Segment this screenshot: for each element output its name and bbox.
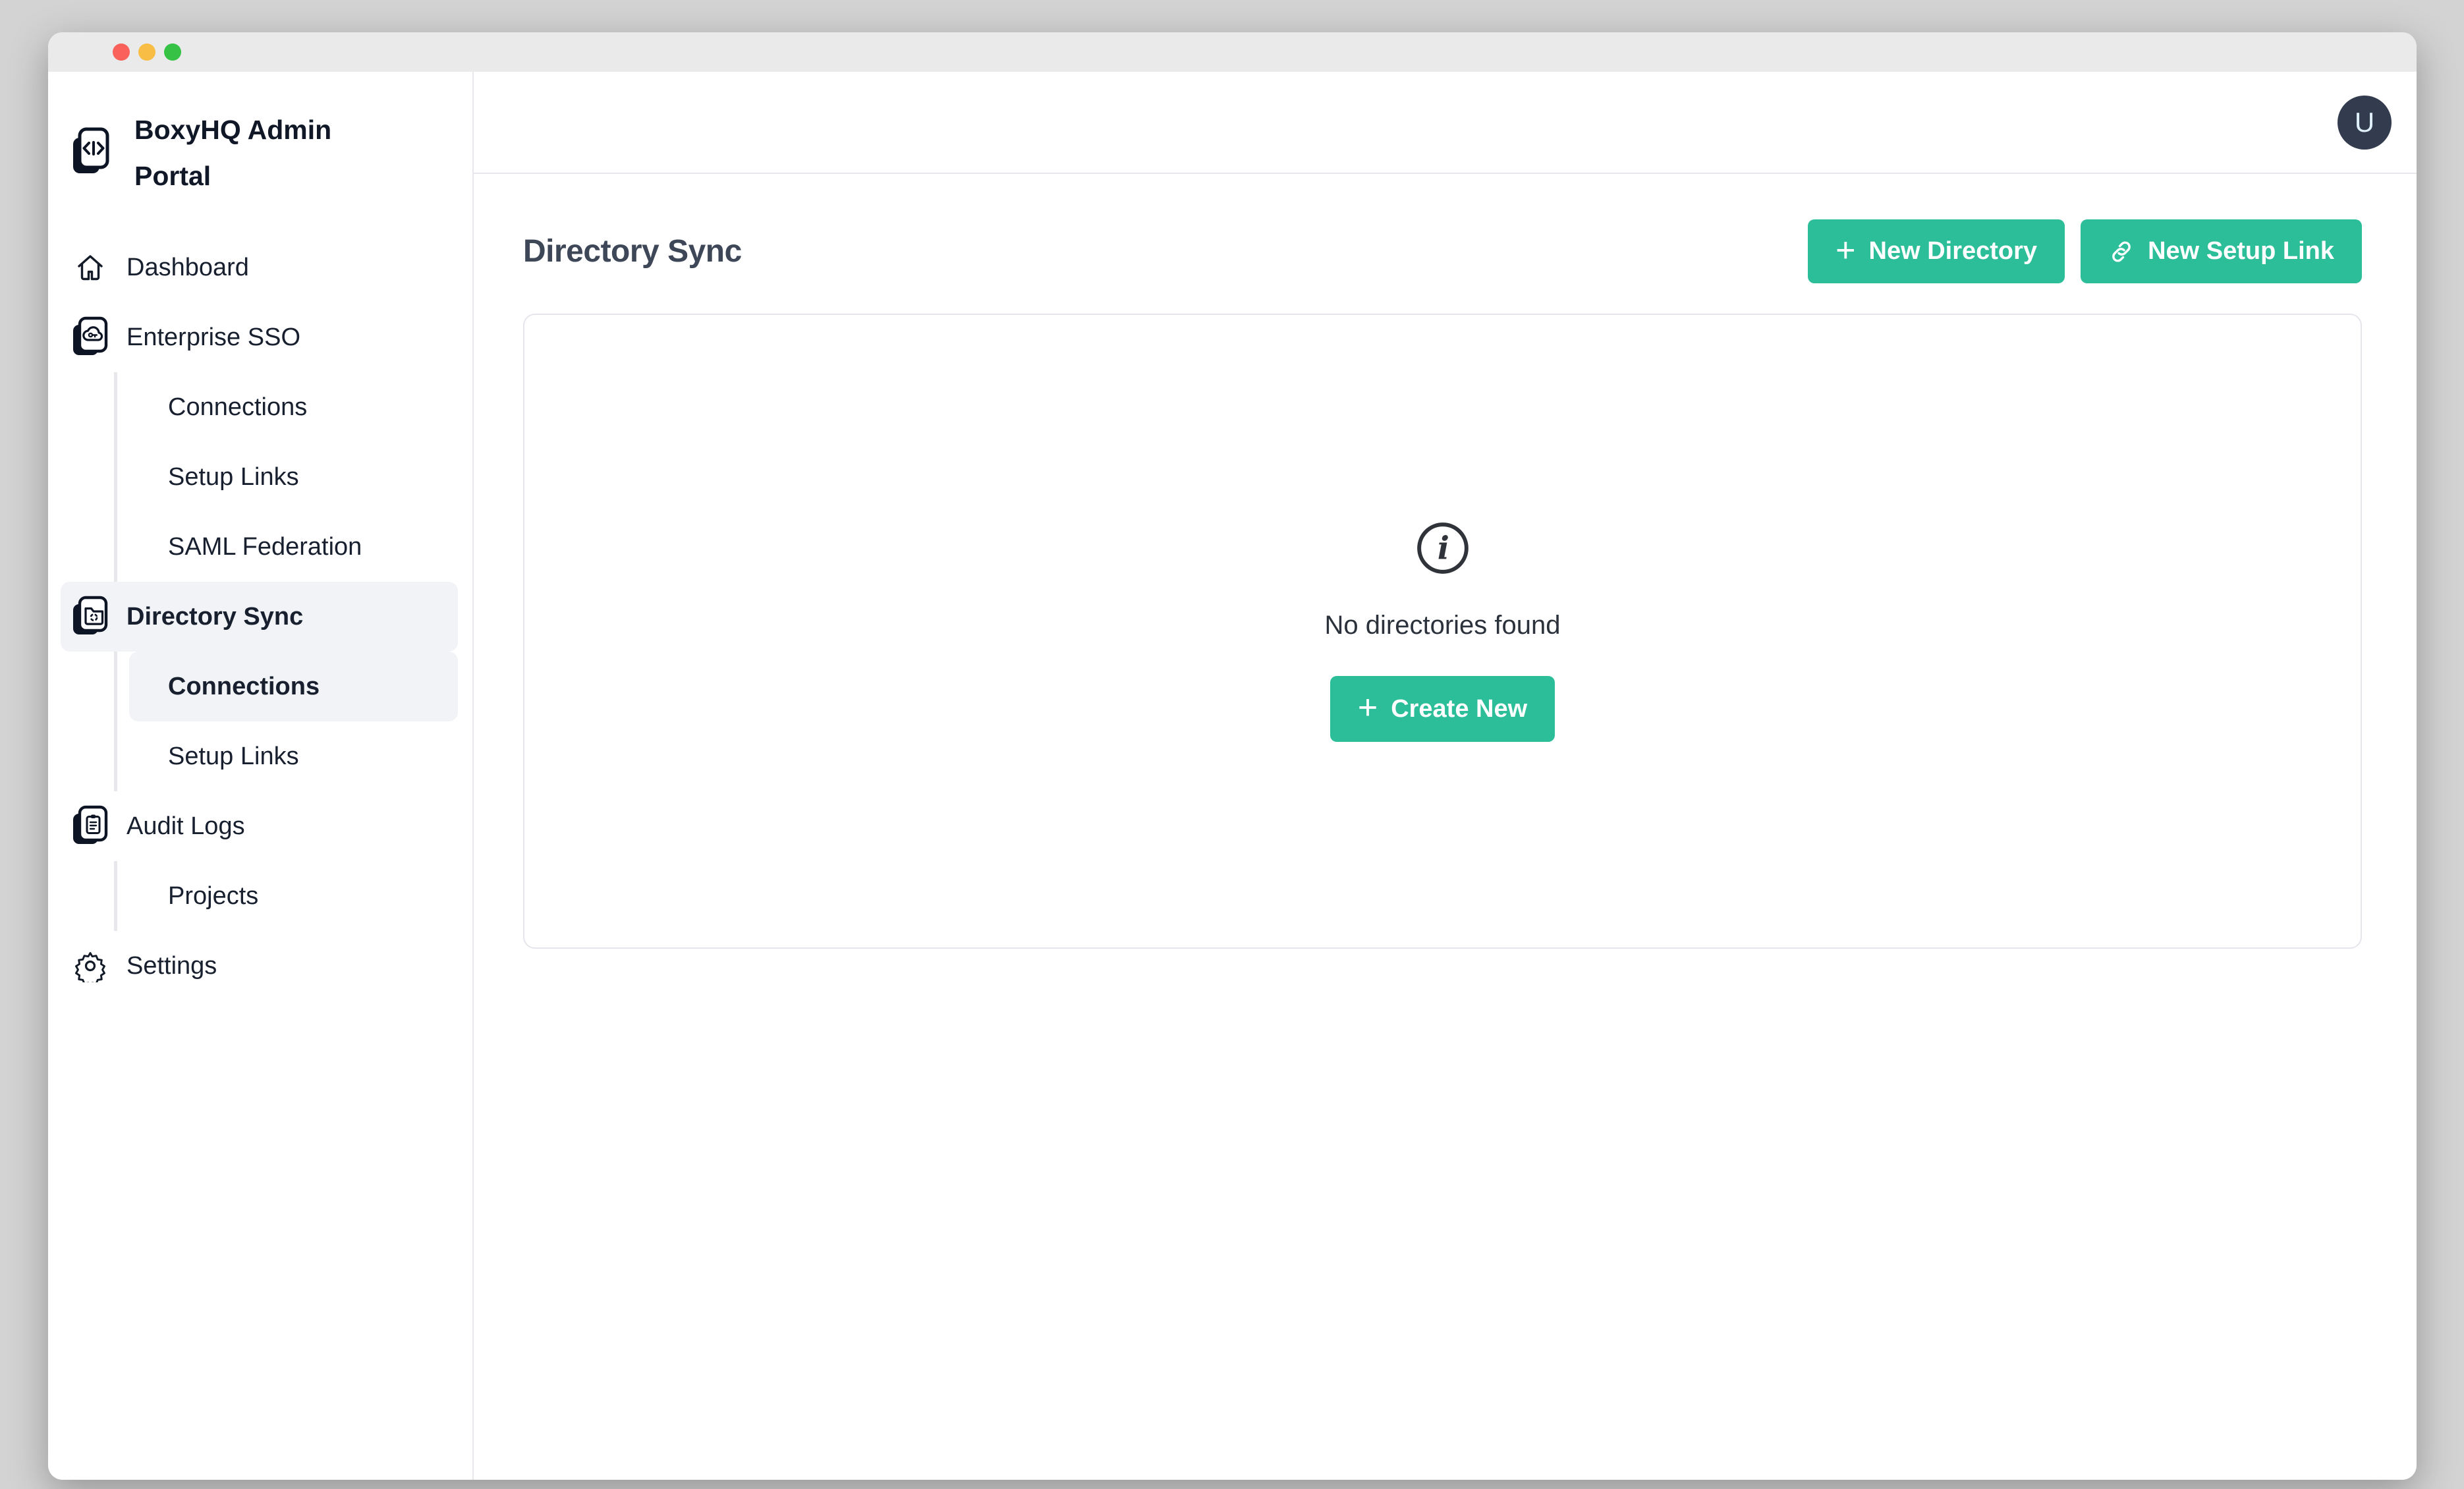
- sidebar-group-audit-logs: Projects: [114, 861, 472, 931]
- folder-sync-badge-icon: [71, 596, 109, 638]
- window-titlebar: [48, 32, 2417, 72]
- create-new-label: Create New: [1391, 695, 1527, 723]
- sidebar-nav: Dashboard Enterprise SSO: [48, 233, 472, 1001]
- new-setup-link-label: New Setup Link: [2148, 237, 2334, 266]
- sidebar-subitem-label: Setup Links: [168, 743, 299, 771]
- code-badge-icon: [71, 126, 109, 180]
- sidebar-subitem-label: Connections: [168, 673, 320, 701]
- sidebar-item-projects[interactable]: Projects: [117, 861, 458, 931]
- user-avatar[interactable]: U: [2338, 96, 2392, 150]
- sidebar-item-label: Directory Sync: [126, 603, 303, 631]
- app-title: BoxyHQ Admin Portal: [134, 107, 331, 199]
- link-icon: [2108, 239, 2135, 265]
- sidebar-item-directory-sync[interactable]: Directory Sync: [61, 582, 458, 652]
- topbar: U: [474, 72, 2417, 174]
- page-title: Directory Sync: [523, 233, 742, 269]
- info-icon: i: [1415, 520, 1470, 579]
- sidebar-item-settings[interactable]: Settings: [61, 931, 458, 1001]
- sidebar-item-dsync-connections[interactable]: Connections: [129, 652, 458, 721]
- clipboard-badge-icon: [71, 805, 109, 847]
- home-icon: [71, 252, 109, 283]
- sidebar-item-saml-federation[interactable]: SAML Federation: [117, 512, 458, 582]
- svg-text:i: i: [1437, 531, 1449, 567]
- sidebar-item-label: Settings: [126, 952, 217, 980]
- sidebar-item-label: Audit Logs: [126, 812, 245, 841]
- sidebar-item-audit-logs[interactable]: Audit Logs: [61, 791, 458, 861]
- sidebar-item-enterprise-sso[interactable]: Enterprise SSO: [61, 302, 458, 372]
- new-directory-label: New Directory: [1869, 237, 2038, 266]
- sidebar-item-sso-connections[interactable]: Connections: [117, 372, 458, 442]
- sidebar-subitem-label: Setup Links: [168, 463, 299, 492]
- empty-state-message: No directories found: [1325, 611, 1561, 640]
- main-area: U Directory Sync + New Directory: [474, 72, 2417, 1480]
- create-new-button[interactable]: + Create New: [1330, 676, 1555, 742]
- sidebar-group-directory-sync: Connections Setup Links: [114, 652, 472, 791]
- app-title-line2: Portal: [134, 153, 331, 199]
- new-setup-link-button[interactable]: New Setup Link: [2081, 219, 2362, 283]
- sidebar-item-dashboard[interactable]: Dashboard: [61, 233, 458, 302]
- sidebar-item-label: Dashboard: [126, 254, 249, 282]
- page-actions: + New Directory New Setup Link: [1808, 219, 2362, 283]
- gear-icon: [71, 949, 109, 982]
- sidebar-item-dsync-setup-links[interactable]: Setup Links: [117, 721, 458, 791]
- app-body: BoxyHQ Admin Portal Dashboard: [48, 72, 2417, 1480]
- sidebar-group-enterprise-sso: Connections Setup Links SAML Federation: [114, 372, 472, 582]
- app-title-line1: BoxyHQ Admin: [134, 107, 331, 153]
- sidebar-item-sso-setup-links[interactable]: Setup Links: [117, 442, 458, 512]
- sidebar-subitem-label: Projects: [168, 882, 258, 911]
- zoom-window-button[interactable]: [164, 43, 181, 61]
- page-header: Directory Sync + New Directory: [523, 219, 2362, 283]
- brand[interactable]: BoxyHQ Admin Portal: [71, 107, 459, 199]
- minimize-window-button[interactable]: [138, 43, 155, 61]
- page-content: Directory Sync + New Directory: [474, 174, 2417, 1480]
- sidebar-item-label: Enterprise SSO: [126, 323, 300, 352]
- directories-empty-state-card: i No directories found + Create New: [523, 314, 2362, 949]
- close-window-button[interactable]: [113, 43, 130, 61]
- sidebar-subitem-label: SAML Federation: [168, 533, 362, 561]
- sidebar: BoxyHQ Admin Portal Dashboard: [48, 72, 474, 1480]
- new-directory-button[interactable]: + New Directory: [1808, 219, 2065, 283]
- sso-cloud-badge-icon: [71, 316, 109, 358]
- sidebar-subitem-label: Connections: [168, 393, 307, 422]
- app-window: BoxyHQ Admin Portal Dashboard: [48, 32, 2417, 1480]
